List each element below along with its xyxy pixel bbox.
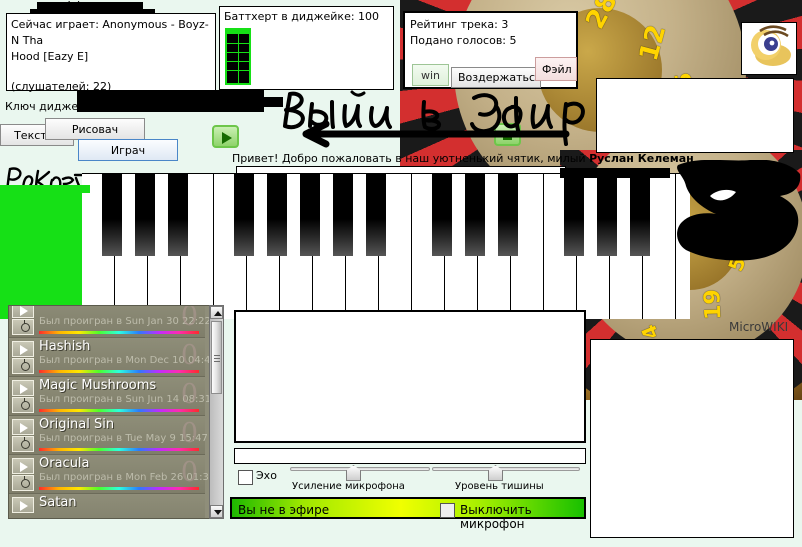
track-title: Magic Mushrooms <box>39 378 157 393</box>
echo-label: Эхо <box>256 469 277 482</box>
vote-abstain-button[interactable]: Воздержаться <box>451 67 542 88</box>
scroll-down-icon[interactable] <box>210 505 223 518</box>
disable-mic-checkbox[interactable] <box>440 503 455 518</box>
dj-key-redaction <box>83 97 283 107</box>
list-item[interactable]: Oracula Был проигран в Mon Feb 26 01:33:… <box>9 456 219 494</box>
record-track-button[interactable] <box>12 319 34 335</box>
play-track-button[interactable] <box>12 419 34 435</box>
tab-risovach[interactable]: Рисовач <box>45 118 145 140</box>
chat-greeting: Привет! Добро пожаловать в наш уютненьки… <box>232 152 694 165</box>
chat-messages-area <box>234 310 586 443</box>
green-overlay-strip <box>0 185 90 193</box>
track-rating-label: Рейтинг трека: 3 <box>410 18 509 31</box>
now-playing-panel: Сейчас играет: Anonymous - Boyz-N Tha Ho… <box>6 13 216 93</box>
play-icon <box>222 132 232 144</box>
votes-cast-label: Подано голосов: 5 <box>410 34 517 47</box>
track-progress-bar <box>39 331 199 334</box>
vote-fail-button[interactable]: Фэйл <box>535 57 577 81</box>
track-vote-panel: Рейтинг трека: 3 Подано голосов: 5 win В… <box>403 11 578 89</box>
green-overlay-box <box>0 191 82 319</box>
track-progress-bar <box>39 409 199 412</box>
silence-level-label: Уровень тишины <box>455 481 544 492</box>
silence-level-slider[interactable] <box>432 464 580 482</box>
black-scribble-overlay <box>560 168 670 178</box>
stop-broadcast-button[interactable] <box>494 123 521 146</box>
record-track-button[interactable] <box>12 397 34 413</box>
echo-checkbox[interactable] <box>238 470 253 485</box>
track-progress-bar <box>39 370 199 373</box>
mic-gain-label: Усиление микрофона <box>292 481 405 492</box>
piano-keyboard[interactable] <box>82 173 690 319</box>
smiley-icon <box>751 25 791 66</box>
greeting-text: Привет! Добро пожаловать в наш уютненьки… <box>232 152 590 165</box>
track-progress-bar <box>39 487 199 490</box>
track-counter: 0 <box>180 457 198 488</box>
playlist[interactable]: Был проигран в Sun Jan 30 22:22:05 0 Has… <box>8 305 220 519</box>
track-progress-bar <box>39 448 199 451</box>
battxert-meter <box>225 28 251 85</box>
track-counter: 0 <box>180 340 198 371</box>
roulette-number: 19 <box>700 288 727 321</box>
black-scribble-overlay <box>677 160 801 261</box>
list-item[interactable]: Satan <box>9 495 205 518</box>
record-track-button[interactable] <box>12 475 34 491</box>
list-item[interactable]: Hashish Был проигран в Mon Dec 10 04:45:… <box>9 339 219 377</box>
play-track-button[interactable] <box>12 458 34 474</box>
avatar <box>741 22 797 75</box>
scroll-up-icon[interactable] <box>210 306 223 319</box>
play-track-button[interactable] <box>12 341 34 357</box>
play-track-button[interactable] <box>12 306 34 318</box>
track-counter: 0 <box>180 418 198 449</box>
list-item[interactable]: Original Sin Был проигран в Tue May 9 15… <box>9 417 219 455</box>
dj-key-label: Ключ диджея: <box>5 100 89 113</box>
microwiki-watermark: MicroWIKI <box>729 320 789 334</box>
record-track-button[interactable] <box>12 358 34 374</box>
record-track-button[interactable] <box>12 436 34 452</box>
list-item[interactable]: Был проигран в Sun Jan 30 22:22:05 0 <box>9 305 219 338</box>
track-title: Oracula <box>39 456 90 471</box>
battxert-label: Баттхерт в диджейке: 100 <box>224 10 380 23</box>
now-playing-line-2: Hood [Eazy E] <box>11 50 89 63</box>
mic-gain-slider[interactable] <box>290 464 430 482</box>
list-item[interactable]: Magic Mushrooms Был проигран в Sun Jun 1… <box>9 378 219 416</box>
chat-message-input[interactable] <box>234 448 586 464</box>
vote-win-button[interactable]: win <box>412 64 449 86</box>
app-window: 28 12 35 5 19 4 MicroWIKI omsk/ Сейчас и… <box>0 0 802 547</box>
track-counter: 0 <box>180 305 198 332</box>
play-track-button[interactable] <box>12 380 34 396</box>
disable-mic-label: Выключить микрофон <box>460 503 532 531</box>
right-top-panel <box>596 78 794 153</box>
play-track-button[interactable] <box>12 497 34 513</box>
go-on-air-play-button[interactable] <box>212 125 239 148</box>
now-playing-line-1: Сейчас играет: Anonymous - Boyz-N Tha <box>11 18 209 47</box>
playlist-scrollbar[interactable] <box>209 305 224 519</box>
scrollbar-thumb[interactable] <box>211 321 222 394</box>
broadcast-status-bar: Вы не в эфире Выключить микрофон <box>230 497 586 531</box>
tab-igrach[interactable]: Играч <box>78 139 178 161</box>
right-bottom-panel <box>590 339 794 538</box>
track-counter: 0 <box>180 379 198 410</box>
track-title: Satan <box>39 495 77 510</box>
track-title: Hashish <box>39 339 91 354</box>
battxert-panel: Баттхерт в диджейке: 100 <box>219 6 394 90</box>
status-text: Вы не в эфире <box>238 503 330 517</box>
track-title: Original Sin <box>39 417 115 432</box>
stop-icon <box>503 131 512 140</box>
